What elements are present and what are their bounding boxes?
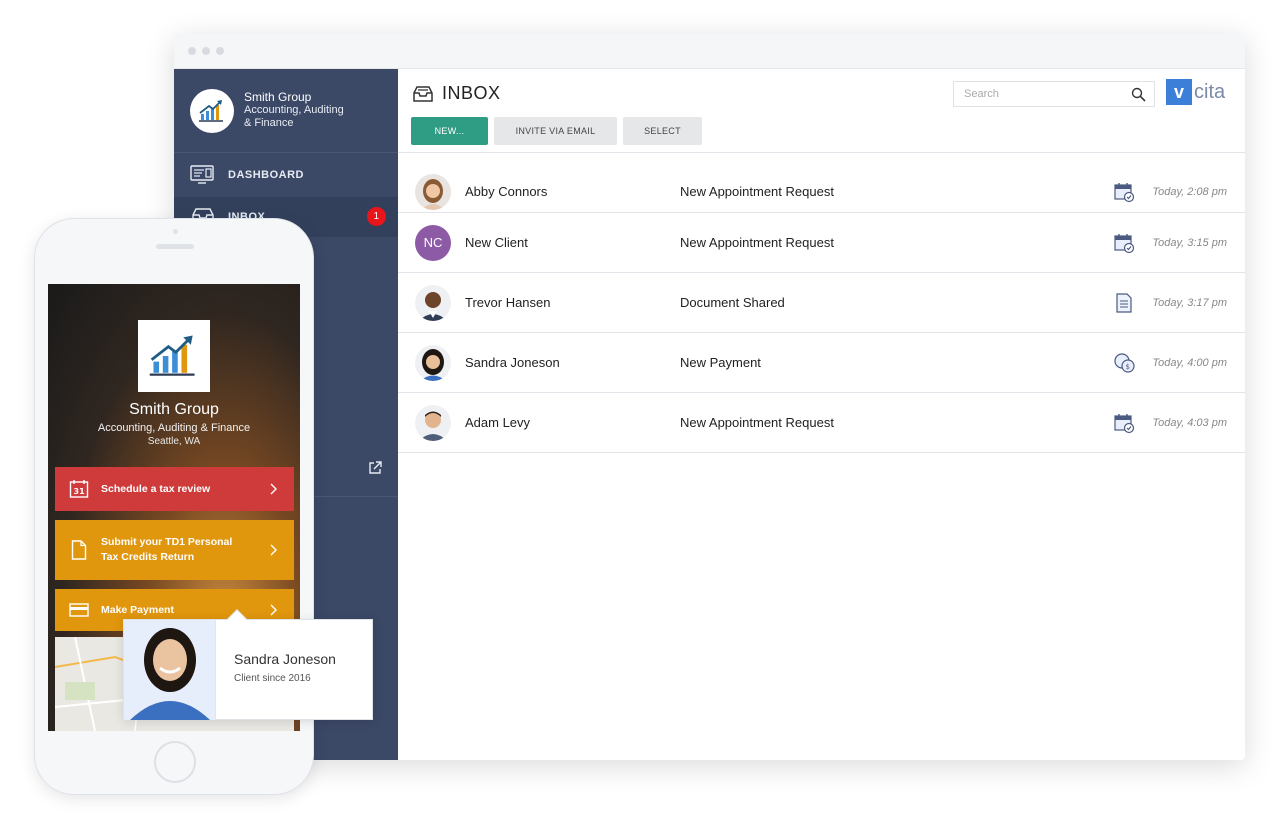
sidebar-divider: [314, 496, 398, 497]
growth-chart-icon: [149, 335, 195, 376]
card-label: Make Payment: [101, 604, 174, 616]
row-name: Trevor Hansen: [465, 295, 551, 310]
search-placeholder: Search: [964, 88, 999, 100]
brand-logo: [190, 88, 234, 133]
chevron-right-icon: [270, 604, 277, 616]
coins-icon: $: [1114, 352, 1135, 373]
search-icon[interactable]: [1131, 87, 1146, 102]
window-titlebar: [174, 34, 1245, 69]
avatar: [415, 404, 451, 441]
chevron-right-icon: [270, 483, 277, 495]
brand-line2: & Finance: [244, 117, 294, 129]
row-time: Today, 3:17 pm: [1152, 296, 1227, 309]
select-button[interactable]: SELECT: [623, 117, 702, 145]
row-name: Sandra Joneson: [465, 355, 560, 370]
phone-brand-city: Seattle, WA: [147, 436, 201, 447]
row-subject: New Appointment Request: [680, 235, 834, 250]
table-row[interactable]: Trevor Hansen Document Shared Today, 3:1…: [398, 273, 1245, 333]
phone-brand-subtitle: Accounting, Auditing & Finance: [97, 422, 251, 434]
row-subject: New Appointment Request: [680, 415, 834, 430]
avatar: [415, 344, 451, 381]
sidebar-item-label: DASHBOARD: [228, 169, 304, 181]
client-popover[interactable]: Sandra Joneson Client since 2016: [123, 609, 373, 720]
calendar-icon: [1114, 413, 1135, 433]
phone-brand-name: Smith Group: [129, 401, 219, 418]
vcita-logo-word: cita: [1194, 80, 1226, 103]
brand[interactable]: Smith Group Accounting, Auditing & Finan…: [174, 69, 398, 153]
row-time: Today, 2:08 pm: [1152, 185, 1227, 198]
row-time: Today, 4:00 pm: [1152, 356, 1227, 369]
phone-speaker: [156, 244, 194, 249]
inbox-header: INBOX NEW... INVITE VIA EMAIL SELECT Sea…: [398, 69, 1245, 153]
schedule-tax-review-button[interactable]: 31 Schedule a tax review: [55, 467, 294, 511]
row-name: New Client: [465, 235, 528, 250]
submit-td1-button[interactable]: Submit your TD1 Personal Tax Credits Ret…: [55, 520, 294, 580]
new-button[interactable]: NEW...: [411, 117, 488, 145]
window-dot: [202, 47, 210, 55]
document-icon: [71, 540, 87, 560]
popover-client-name: Sandra Joneson: [234, 651, 336, 667]
table-row[interactable]: Sandra Joneson New Payment $ Today, 4:00…: [398, 333, 1245, 393]
calendar-icon: 31: [69, 480, 89, 498]
chevron-right-icon: [270, 544, 277, 556]
row-time: Today, 3:15 pm: [1152, 236, 1227, 249]
avatar: NC: [415, 224, 451, 261]
avatar: [415, 173, 451, 210]
brand-line1: Accounting, Auditing: [244, 104, 344, 116]
phone-camera: [173, 229, 178, 234]
inbox-icon: [413, 85, 433, 102]
calendar-day: 31: [74, 487, 86, 496]
table-row[interactable]: NC New Client New Appointment Request To…: [398, 213, 1245, 273]
invite-via-email-button[interactable]: INVITE VIA EMAIL: [494, 117, 617, 145]
phone-brand-logo: [138, 320, 210, 392]
card-label-line2: Tax Credits Return: [101, 551, 195, 563]
window-dot: [188, 47, 196, 55]
row-subject: New Payment: [680, 355, 761, 370]
row-name: Abby Connors: [465, 184, 548, 199]
vcita-logo-mark: v: [1166, 79, 1192, 105]
sidebar-item-dashboard[interactable]: DASHBOARD: [174, 153, 398, 197]
card-label: Schedule a tax review: [101, 483, 211, 495]
row-time: Today, 4:03 pm: [1152, 416, 1227, 429]
credit-card-icon: [69, 603, 89, 617]
calendar-icon: [1114, 233, 1135, 253]
vcita-logo: v cita: [1166, 79, 1225, 105]
popover-client-since: Client since 2016: [234, 673, 311, 684]
stage: Smith Group Accounting, Auditing & Finan…: [0, 0, 1280, 828]
page-title: INBOX: [412, 83, 501, 104]
external-link-icon[interactable]: [368, 461, 382, 475]
growth-chart-icon: [199, 99, 223, 122]
card-label-line1: Submit your TD1 Personal: [101, 536, 233, 548]
table-row[interactable]: Adam Levy New Appointment Request Today,…: [398, 393, 1245, 453]
calendar-icon: [1114, 182, 1135, 202]
document-icon: [1116, 292, 1132, 313]
search-input[interactable]: Search: [953, 81, 1155, 107]
row-subject: Document Shared: [680, 295, 785, 310]
unread-badge: 1: [367, 207, 386, 226]
row-subject: New Appointment Request: [680, 184, 834, 199]
row-name: Adam Levy: [465, 415, 531, 430]
table-row[interactable]: Abby Connors New Appointment Request Tod…: [398, 171, 1245, 213]
inbox-list: Abby Connors New Appointment Request Tod…: [398, 171, 1245, 453]
page-title-text: INBOX: [442, 83, 501, 103]
phone-home-button[interactable]: [154, 741, 196, 783]
brand-name: Smith Group: [244, 90, 312, 104]
main-content: INBOX NEW... INVITE VIA EMAIL SELECT Sea…: [398, 69, 1245, 760]
avatar: [415, 284, 451, 321]
window-dot: [216, 47, 224, 55]
client-photo: [124, 620, 216, 720]
dashboard-icon: [190, 165, 214, 184]
svg-text:$: $: [1126, 363, 1130, 371]
